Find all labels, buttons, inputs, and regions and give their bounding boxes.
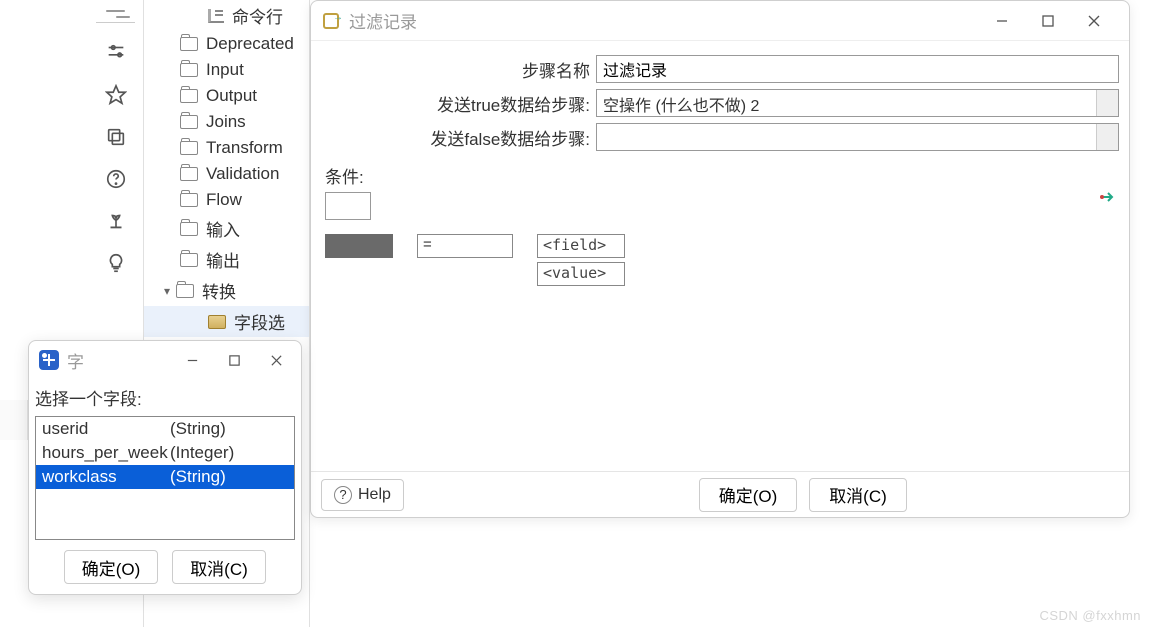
plant-icon[interactable]: [104, 209, 128, 233]
tree-item[interactable]: Joins: [144, 109, 309, 135]
folder-icon: [180, 193, 198, 207]
list-item[interactable]: hours_per_week(Integer): [36, 441, 294, 465]
dropdown-icon[interactable]: [1096, 90, 1118, 116]
chevron-down-icon[interactable]: ▾: [158, 284, 176, 298]
tree-label: 字段选: [234, 309, 285, 334]
cancel-button[interactable]: 取消(C): [172, 550, 266, 584]
folder-icon: [180, 37, 198, 51]
picker-title: 字: [67, 348, 171, 373]
send-false-select[interactable]: [596, 123, 1119, 151]
cancel-button[interactable]: 取消(C): [809, 478, 907, 512]
list-item[interactable]: userid(String): [36, 417, 294, 441]
tree-item[interactable]: Deprecated: [144, 31, 309, 57]
sliders-icon[interactable]: [104, 41, 128, 65]
condition-field-right[interactable]: <field>: [537, 234, 625, 258]
tree-item[interactable]: 输出: [144, 244, 309, 275]
help-button[interactable]: ? Help: [321, 479, 404, 511]
ok-button[interactable]: 确定(O): [699, 478, 797, 512]
condition-field-left[interactable]: [325, 234, 393, 258]
condition-value-right[interactable]: <value>: [537, 262, 625, 286]
condition-label: 条件:: [321, 157, 1119, 192]
folder-icon: [180, 167, 198, 181]
close-button[interactable]: [255, 342, 297, 378]
help-circle-icon[interactable]: [104, 167, 128, 191]
tree-label: 输出: [206, 247, 240, 272]
ok-button[interactable]: 确定(O): [64, 550, 158, 584]
dropdown-icon[interactable]: [1096, 124, 1118, 150]
minimize-button[interactable]: [979, 1, 1025, 41]
tree-label: Output: [206, 86, 257, 106]
tree-item[interactable]: Output: [144, 83, 309, 109]
tree-label: Input: [206, 60, 244, 80]
folder-icon: [180, 222, 198, 236]
titlebar: 过滤记录: [311, 1, 1129, 41]
field-list[interactable]: userid(String) hours_per_week(Integer) w…: [35, 416, 295, 540]
list-item-selected[interactable]: workclass(String): [36, 465, 294, 489]
tree-item[interactable]: Flow: [144, 187, 309, 213]
copy-icon[interactable]: [104, 125, 128, 149]
field-picker-dialog: 字 选择一个字段: userid(String) hours_per_week(…: [28, 340, 302, 595]
picker-titlebar: 字: [29, 341, 301, 379]
folder-icon: [180, 141, 198, 155]
condition-negate-box[interactable]: [325, 192, 371, 220]
tree-label: 命令行: [232, 3, 283, 28]
minimize-button[interactable]: [171, 342, 213, 378]
tree-label: Flow: [206, 190, 242, 210]
tree-item[interactable]: Validation: [144, 161, 309, 187]
dialog-title: 过滤记录: [349, 8, 979, 33]
folder-icon: [180, 89, 198, 103]
folder-icon: [180, 115, 198, 129]
maximize-button[interactable]: [213, 342, 255, 378]
tree-item-expanded[interactable]: ▾ 转换: [144, 275, 309, 306]
filter-records-dialog: 过滤记录 步骤名称 发送true数据给步骤: 空操作 (什么也不做) 2 发送f…: [310, 0, 1130, 518]
picker-label: 选择一个字段:: [35, 383, 295, 416]
folder-icon: [180, 253, 198, 267]
send-true-label: 发送true数据给步骤:: [321, 91, 596, 116]
tree-item[interactable]: Input: [144, 57, 309, 83]
step-icon: [208, 315, 226, 329]
send-true-select[interactable]: 空操作 (什么也不做) 2: [596, 89, 1119, 117]
picker-icon: [39, 350, 59, 370]
condition-operator[interactable]: =: [417, 234, 513, 258]
folder-icon: [180, 63, 198, 77]
close-button[interactable]: [1071, 1, 1117, 41]
step-name-input[interactable]: [596, 55, 1119, 83]
idea-icon[interactable]: [104, 251, 128, 275]
tree-item-selected[interactable]: 字段选: [144, 306, 309, 337]
help-icon: ?: [334, 486, 352, 504]
tree-item[interactable]: 命令行: [144, 0, 309, 31]
tree-label: 输入: [206, 216, 240, 241]
tree-label: Transform: [206, 138, 283, 158]
tree-item[interactable]: 输入: [144, 213, 309, 244]
star-icon[interactable]: [104, 83, 128, 107]
tree-label: 转换: [202, 278, 236, 303]
maximize-button[interactable]: [1025, 1, 1071, 41]
send-false-label: 发送false数据给步骤:: [321, 125, 596, 150]
step-name-label: 步骤名称: [321, 57, 596, 82]
tree-label: Deprecated: [206, 34, 294, 54]
tree-label: Joins: [206, 112, 246, 132]
watermark: CSDN @fxxhmn: [1039, 608, 1141, 623]
tree-item[interactable]: Transform: [144, 135, 309, 161]
folder-icon: [176, 284, 194, 298]
dialog-icon: [323, 13, 339, 29]
add-condition-icon[interactable]: [1099, 189, 1115, 205]
tree-label: Validation: [206, 164, 279, 184]
